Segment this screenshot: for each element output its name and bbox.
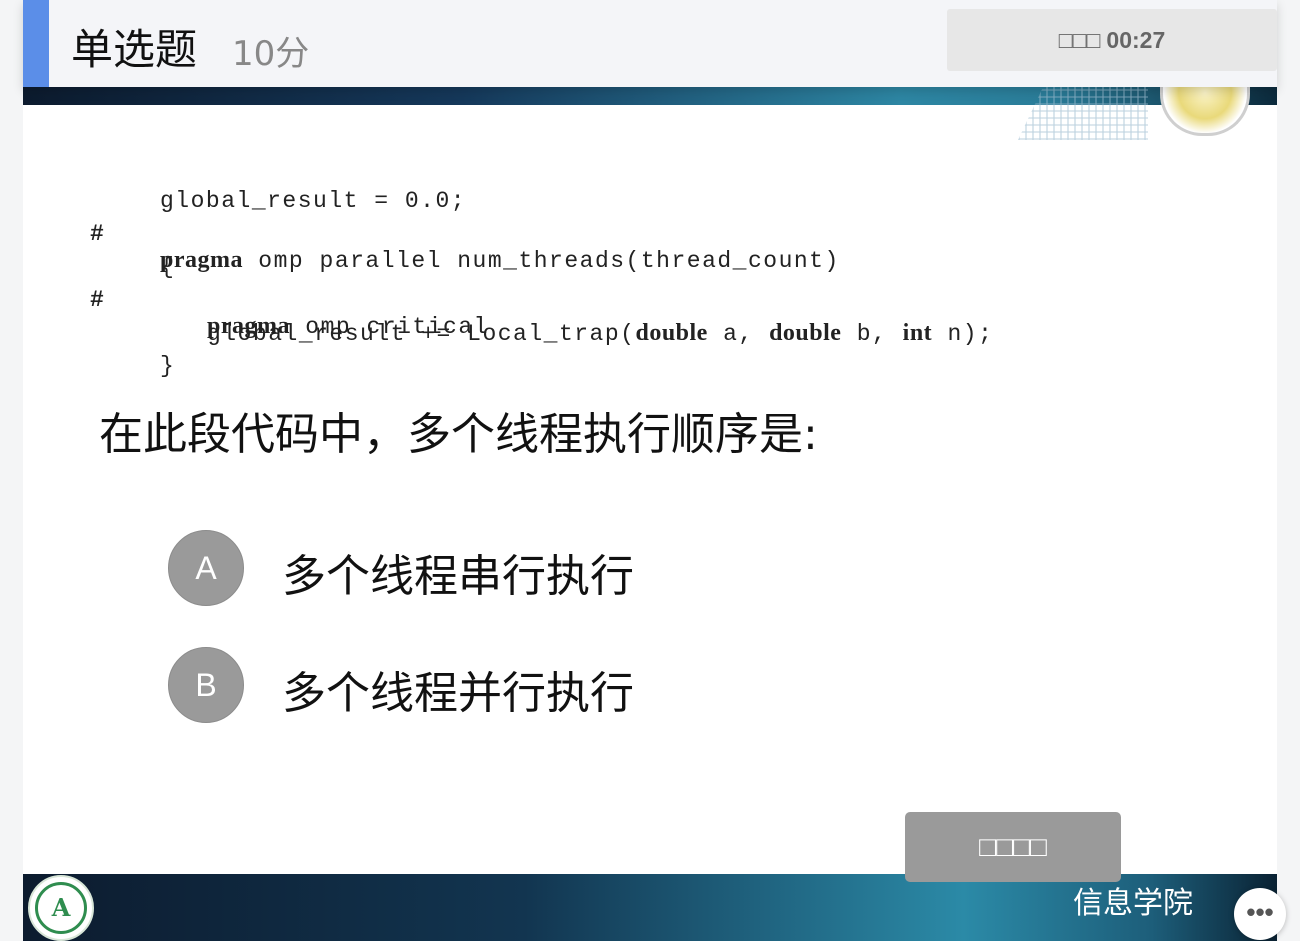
school-name: 信息学院 — [1073, 886, 1193, 921]
code-text: global_result += Local_trap( — [207, 321, 636, 347]
option-a-label[interactable]: 多个线程串行执行 — [282, 540, 634, 604]
code-text: n); — [932, 321, 994, 347]
timer-label: □□□ — [1058, 27, 1101, 53]
option-b-label[interactable]: 多个线程并行执行 — [282, 657, 634, 721]
logo-mark: A — [51, 893, 71, 922]
code-line-3: { — [78, 228, 174, 280]
code-keyword: double — [635, 320, 708, 346]
code-brace: } — [160, 353, 176, 379]
timer: □□□ 00:27 — [947, 9, 1277, 71]
code-text: omp parallel num_threads(thread_count) — [243, 248, 840, 274]
option-a-bubble[interactable]: A — [168, 530, 244, 606]
code-text: b, — [841, 321, 903, 347]
more-options-icon[interactable]: ••• — [1234, 888, 1286, 940]
code-keyword: int — [902, 320, 933, 346]
code-text: global_result = 0.0; — [160, 188, 467, 214]
code-keyword: double — [769, 320, 842, 346]
code-line-2: # pragma omp parallel num_threads(thread… — [78, 195, 838, 274]
school-logo-icon: A — [28, 875, 94, 941]
question-text: 在此段代码中，多个线程执行顺序是: — [99, 409, 818, 460]
slide: global_result = 0.0; # pragma omp parall… — [23, 0, 1277, 941]
submit-button[interactable]: □□□□ — [905, 812, 1121, 882]
code-line-1: global_result = 0.0; — [78, 162, 465, 214]
code-text: a, — [707, 321, 770, 347]
code-line-4: # pragma omp critical — [78, 261, 487, 340]
timer-value: 00:27 — [1106, 27, 1166, 53]
header-accent-bar — [23, 0, 49, 87]
option-b-bubble[interactable]: B — [168, 647, 244, 723]
code-line-6: } — [78, 327, 174, 379]
code-snippet: global_result = 0.0; # pragma omp parall… — [78, 162, 992, 379]
code-line-5: global_result += Local_trap(double a, do… — [78, 294, 992, 347]
question-score: 10分 — [232, 34, 310, 74]
question-type-title: 单选题 — [71, 25, 198, 74]
